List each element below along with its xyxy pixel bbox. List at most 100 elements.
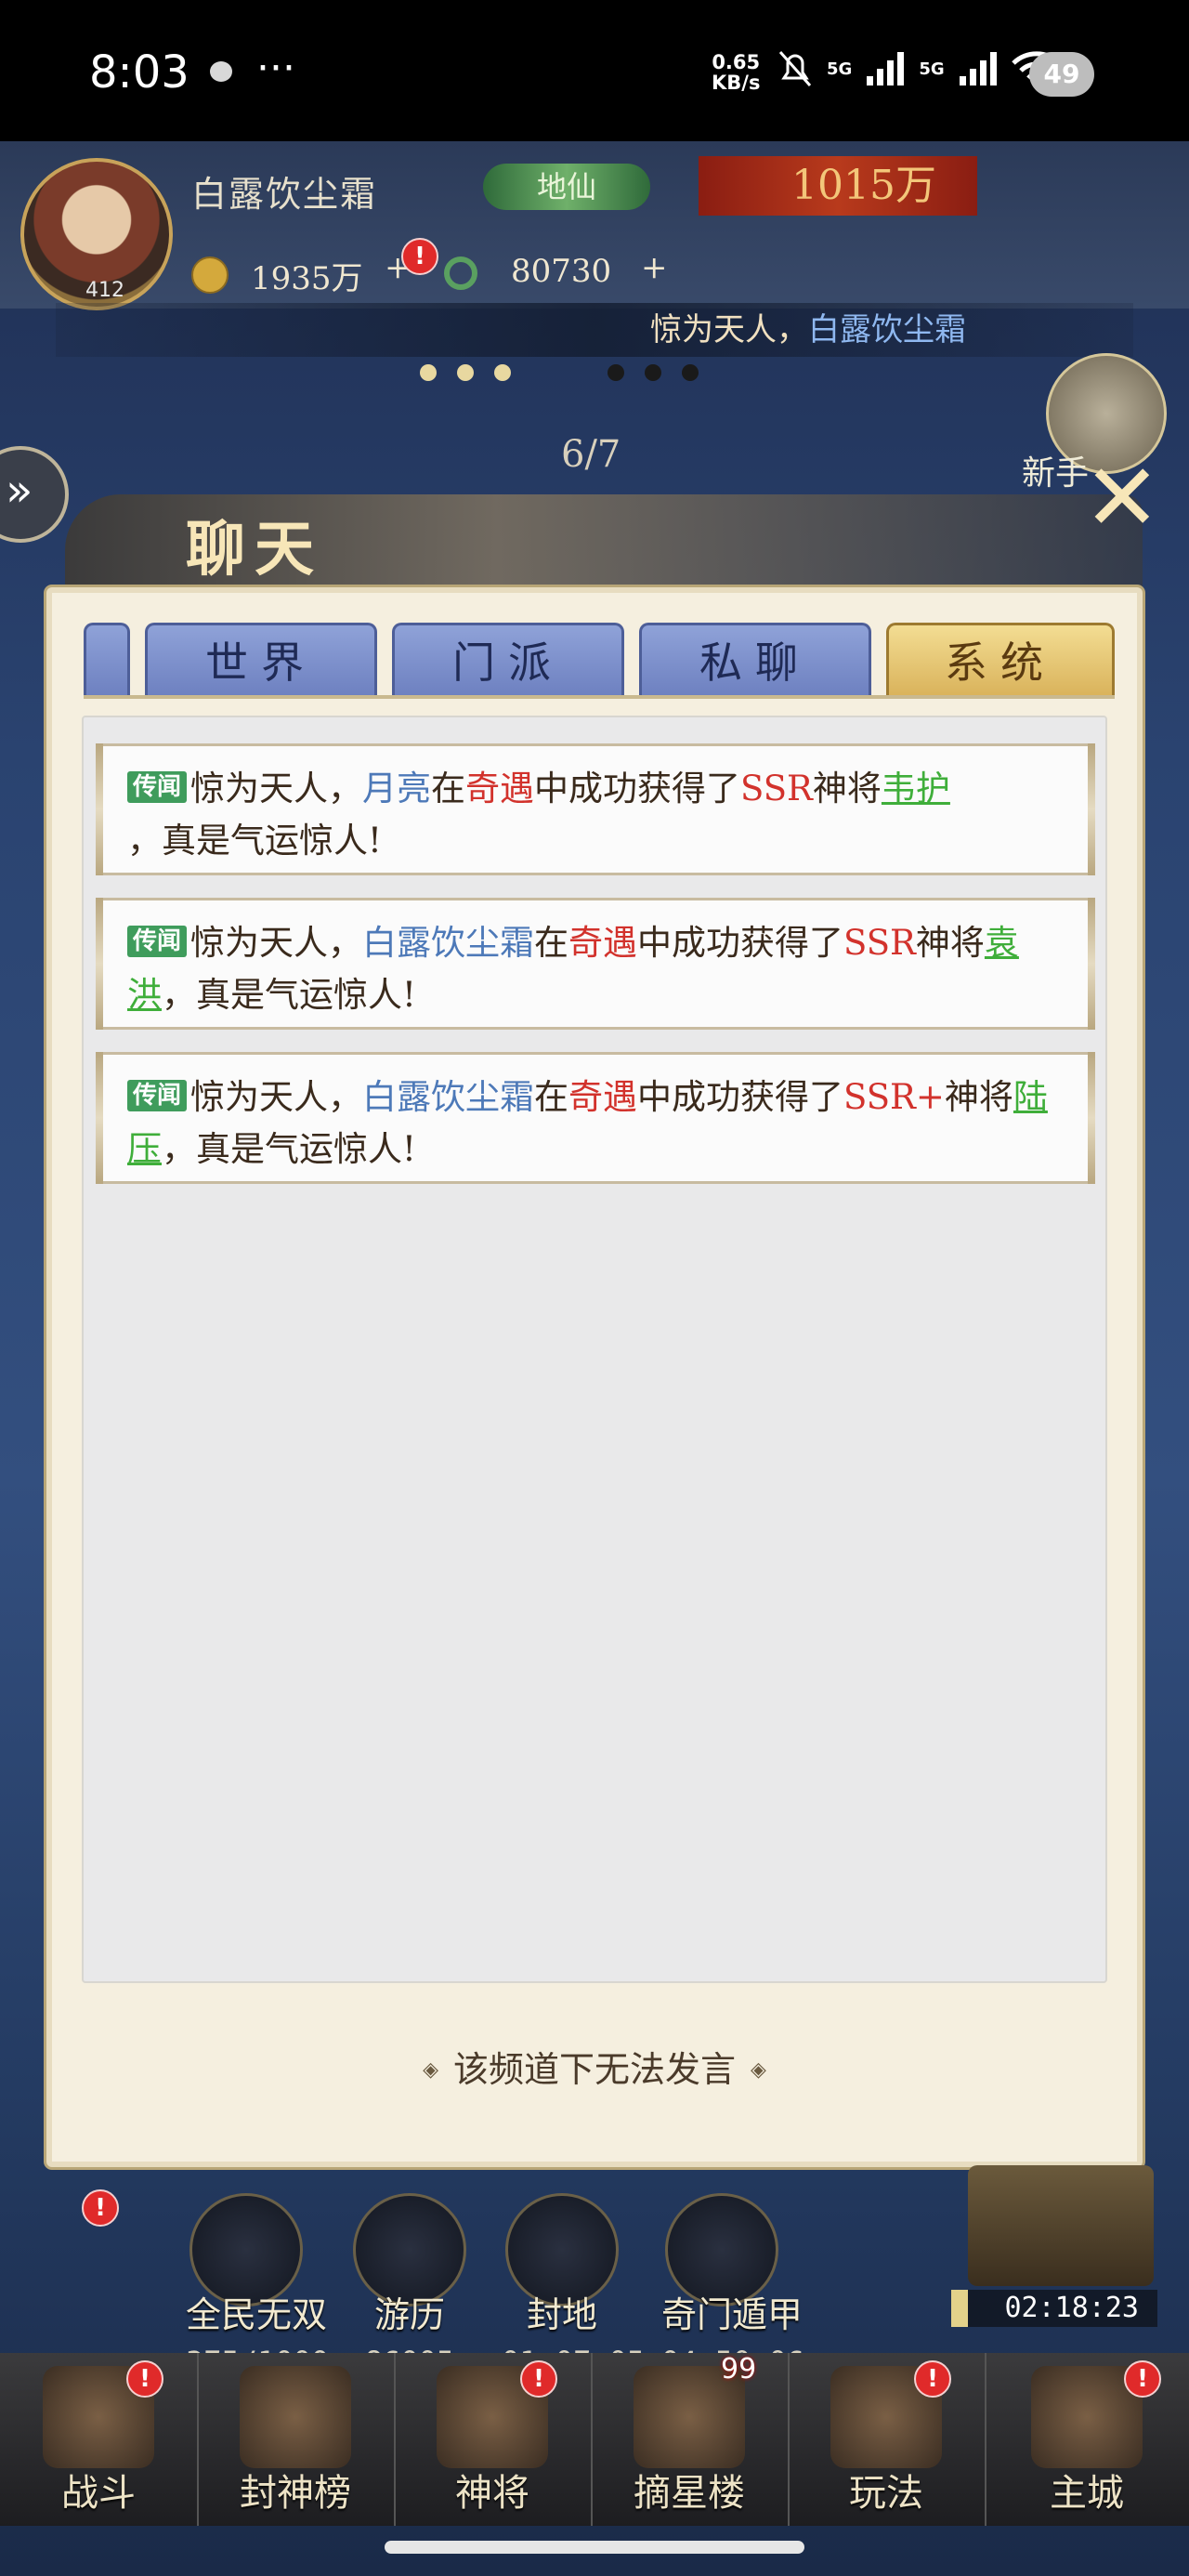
- rumor-tag: 传闻: [127, 1080, 188, 1111]
- announcement-marquee: 惊为天人，白露饮尘霜: [56, 303, 1133, 357]
- message-text: 神将: [944, 1077, 1013, 1117]
- message-text: 在: [534, 1077, 569, 1117]
- ornament-right-icon: ◈: [751, 2058, 766, 2082]
- coin-amount: 1935万: [251, 260, 363, 297]
- message-text: ，真是气运惊人!: [127, 821, 382, 861]
- message-text: ，真是气运惊人!: [162, 1129, 416, 1169]
- bottom-navigation: 战斗 ! 封神榜 神将 ! 摘星楼 99 玩法 ! 主城 !: [0, 2353, 1189, 2526]
- home-indicator[interactable]: [385, 2541, 804, 2554]
- chat-close-button[interactable]: ✕: [1068, 452, 1161, 550]
- message-text: 惊为天人，: [190, 1077, 363, 1117]
- feature-label: 奇门遁甲: [661, 2294, 804, 2335]
- x-icon: ✕: [1083, 443, 1161, 552]
- message-text: 中成功获得了: [637, 1077, 844, 1117]
- message-text: 惊为天人，: [190, 769, 363, 808]
- stage-dot: [420, 364, 437, 381]
- add-jade-button[interactable]: +: [641, 249, 668, 286]
- status-bar: 8:03 ··· 0.65 KB/s 5G 5G 6 49: [0, 0, 1189, 141]
- rarity-label: SSR: [843, 923, 916, 963]
- message-text: 惊为天人，: [190, 923, 363, 963]
- event-name: 奇遇: [568, 923, 638, 963]
- message-text: 在: [534, 923, 569, 963]
- signal-icon-2: [959, 52, 997, 85]
- tab-private[interactable]: 私聊: [639, 623, 871, 697]
- rarity-label: SSR: [740, 769, 813, 808]
- feature-label: 游历: [373, 2294, 445, 2335]
- nav-label: 主城: [1050, 2472, 1124, 2515]
- coin-icon: [191, 256, 229, 294]
- tab-overflow[interactable]: [84, 623, 130, 697]
- marquee-prefix: 惊为天人，: [650, 311, 808, 348]
- message-text: ，真是气运惊人!: [162, 975, 416, 1015]
- stage-boss-spacer: [531, 364, 587, 381]
- nav-label: 战斗: [61, 2472, 136, 2515]
- player-name: 白露饮尘霜: [191, 174, 378, 215]
- rarity-label: SSR+: [843, 1077, 945, 1117]
- stage-dot: [494, 364, 511, 381]
- player-name-link[interactable]: 白露饮尘霜: [362, 1077, 534, 1117]
- player-name-link[interactable]: 月亮: [362, 769, 431, 808]
- speed-unit: KB/s: [712, 72, 761, 94]
- network-type-1: 5G: [827, 59, 853, 79]
- tab-sect[interactable]: 门派: [392, 623, 624, 697]
- message-text: 神将: [915, 923, 985, 963]
- double-chevron-icon: »: [6, 465, 33, 517]
- stage-count: 6/7: [561, 433, 621, 476]
- mute-bell-icon: [778, 51, 812, 86]
- speed-value: 0.65: [712, 51, 761, 73]
- feature-travel[interactable]: 游历 86005: [349, 2193, 470, 2380]
- chat-message: 传闻 惊为天人，月亮在奇遇中成功获得了SSR神将韦护 ，真是气运惊人!: [96, 743, 1095, 875]
- nav-label: 神将: [455, 2472, 529, 2515]
- feature-label: 封地: [526, 2294, 597, 2335]
- feature-qimen[interactable]: 奇门遁甲 04:50:06: [661, 2193, 804, 2380]
- message-text: 神将: [812, 769, 882, 808]
- nav-star-tower[interactable]: 摘星楼 99: [591, 2353, 790, 2526]
- combat-power: 1015万: [699, 156, 977, 216]
- message-text: 中成功获得了: [637, 923, 844, 963]
- feature-label: 全民无双: [186, 2294, 328, 2335]
- side-alert-badge: !: [82, 2189, 119, 2227]
- feature-fief[interactable]: 封地 01:07:05: [502, 2193, 645, 2380]
- signal-icon: [867, 52, 905, 85]
- treasure-chest[interactable]: [968, 2165, 1154, 2286]
- nav-count-badge: 99: [721, 2353, 757, 2385]
- tab-world[interactable]: 世界: [145, 623, 377, 697]
- nav-label: 封神榜: [240, 2472, 351, 2515]
- chest-timer: 02:18:23: [951, 2290, 1157, 2327]
- cannot-speak-note: ◈ 该频道下无法发言 ◈: [316, 2041, 873, 2092]
- nav-generals[interactable]: 神将 !: [394, 2353, 593, 2526]
- marquee-player: 白露饮尘霜: [808, 311, 966, 348]
- network-type-2: 5G: [919, 59, 945, 79]
- nav-alert-badge: !: [914, 2360, 951, 2398]
- ornament-left-icon: ◈: [423, 2058, 438, 2082]
- cannot-speak-text: 该频道下无法发言: [452, 2049, 736, 2090]
- rumor-tag: 传闻: [127, 926, 188, 957]
- player-name-link[interactable]: 白露饮尘霜: [362, 923, 534, 963]
- scroll-icon: [240, 2366, 351, 2468]
- nav-alert-badge: !: [520, 2360, 557, 2398]
- chat-title: 聊天: [186, 515, 323, 585]
- jade-amount: 80730: [511, 253, 612, 290]
- player-level: 412: [85, 279, 124, 302]
- nav-gameplay[interactable]: 玩法 !: [788, 2353, 986, 2526]
- nav-battle[interactable]: 战斗 !: [0, 2353, 199, 2526]
- clock: 8:03: [89, 46, 189, 99]
- nav-label: 玩法: [849, 2472, 923, 2515]
- feature-all-peerless[interactable]: 全民无双 375/1000: [186, 2193, 329, 2380]
- nav-fengshen-list[interactable]: 封神榜: [197, 2353, 396, 2526]
- nav-alert-badge: !: [1124, 2360, 1161, 2398]
- stage-progress-dots: [420, 364, 699, 381]
- tab-system[interactable]: 系统: [886, 623, 1115, 697]
- nav-alert-badge: !: [126, 2360, 163, 2398]
- stage-dot: [608, 364, 624, 381]
- hero-link[interactable]: 韦护: [882, 769, 950, 808]
- tabs-divider: [84, 695, 1115, 699]
- nav-main-city[interactable]: 主城 !: [985, 2353, 1189, 2526]
- nav-label: 摘星楼: [634, 2472, 745, 2515]
- stage-dot: [457, 364, 474, 381]
- rumor-tag: 传闻: [127, 771, 188, 803]
- event-name: 奇遇: [465, 769, 535, 808]
- rank-badge: 地仙: [483, 164, 650, 210]
- chat-tabs: 世界 门派 私聊 系统: [84, 623, 1115, 697]
- event-name: 奇遇: [568, 1077, 638, 1117]
